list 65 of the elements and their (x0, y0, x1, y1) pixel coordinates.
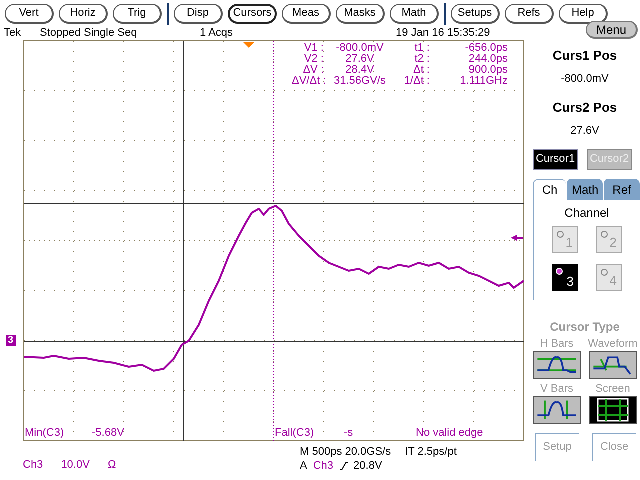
channel-button[interactable]: 3 (552, 264, 578, 291)
menu-button[interactable]: Trig (113, 4, 162, 24)
readout-label: Δt : (412, 65, 431, 76)
readout-value: 900.0ps (468, 65, 508, 76)
panel-tab[interactable]: Math (566, 179, 603, 200)
timebase-readout: M 500ps 20.0GS/s (300, 445, 392, 459)
cursor-select-button[interactable]: Cursor1 (533, 149, 578, 170)
menu-button[interactable]: Horiz (59, 4, 108, 24)
menu-button[interactable]: Help (559, 4, 608, 24)
menu-button[interactable]: Setups (451, 4, 500, 24)
measurement-value: -5.68V (92, 427, 124, 439)
menu-button[interactable]: Disp (174, 4, 223, 24)
acquisition-mode: Single Seq (84, 28, 138, 38)
readout-label: t1 : (414, 43, 431, 54)
channel-heading: Channel (564, 205, 610, 222)
menu-button[interactable]: Vert (5, 4, 54, 24)
brand-label: Tek (4, 28, 22, 38)
readout-value: 1.111GHz (459, 76, 508, 87)
menu-button[interactable]: Refs (505, 4, 554, 24)
cursor-type-label: V Bars (540, 382, 574, 396)
date-time: 19 Jan 16 15:35:29 (396, 28, 490, 38)
acquisition-count: 1 Acqs (200, 28, 234, 38)
trigger-level: 20.8V (354, 459, 382, 473)
channel-coupling: Ω (108, 458, 116, 472)
readout-label: ΔV/Δt : (292, 76, 328, 87)
menu-button[interactable]: Masks (336, 4, 385, 24)
channel-scale: 10.0V (61, 458, 90, 472)
cursor1-position-label: Curs1 Pos (552, 47, 618, 65)
readout-value: 31.56GV/s (333, 76, 387, 87)
trigger-source: A (300, 459, 308, 473)
trigger-position-icon (243, 42, 255, 48)
trigger-channel: Ch3 (313, 459, 334, 473)
readout-value: -656.0ps (464, 43, 508, 54)
readout-label: ΔV : (302, 65, 325, 76)
menu-button[interactable]: Math (390, 4, 439, 24)
menu-button[interactable]: Meas (282, 4, 331, 24)
measurement-label: Min(C3) (25, 427, 64, 439)
cursor-type-title: Cursor Type (550, 319, 620, 336)
menu-button[interactable]: Menu (586, 21, 638, 39)
panel-tab[interactable]: Ref (603, 179, 640, 200)
measurement-value: -s (344, 427, 354, 439)
channel-marker: 3 (6, 335, 16, 346)
cursor-type-label: H Bars (540, 337, 574, 351)
readout-value: 27.6V (344, 54, 376, 65)
readout-value: 244.0ps (468, 54, 508, 65)
readout-label: t2 : (414, 54, 431, 65)
cursor-type-label: Waveform (588, 337, 638, 351)
rising-edge-icon (340, 462, 348, 470)
screen-cursor-icon (596, 397, 630, 423)
measurement-label: Fall(C3) (275, 427, 314, 439)
readout-value: 28.4V (344, 65, 376, 76)
menu-button[interactable]: Cursors (228, 4, 277, 24)
acquisition-state: Stopped (40, 28, 82, 38)
interpolation-readout: IT 2.5ps/pt (405, 445, 457, 459)
cursor1-position-value: -800.0mV (561, 72, 609, 86)
readout-label: 1/Δt : (403, 76, 431, 87)
measurement-note: No valid edge (416, 427, 484, 439)
readout-label: V2 : (303, 54, 325, 65)
cursor2-position-label: Curs2 Pos (552, 99, 618, 117)
readout-value: -800.0mV (335, 43, 385, 54)
trigger-level-icon (511, 235, 523, 241)
channel-label: Ch3 (23, 458, 44, 472)
readout-label: V1 : (303, 43, 325, 54)
cursor2-position-value: 27.6V (570, 124, 600, 138)
cursor-type-label: Screen (596, 382, 630, 396)
